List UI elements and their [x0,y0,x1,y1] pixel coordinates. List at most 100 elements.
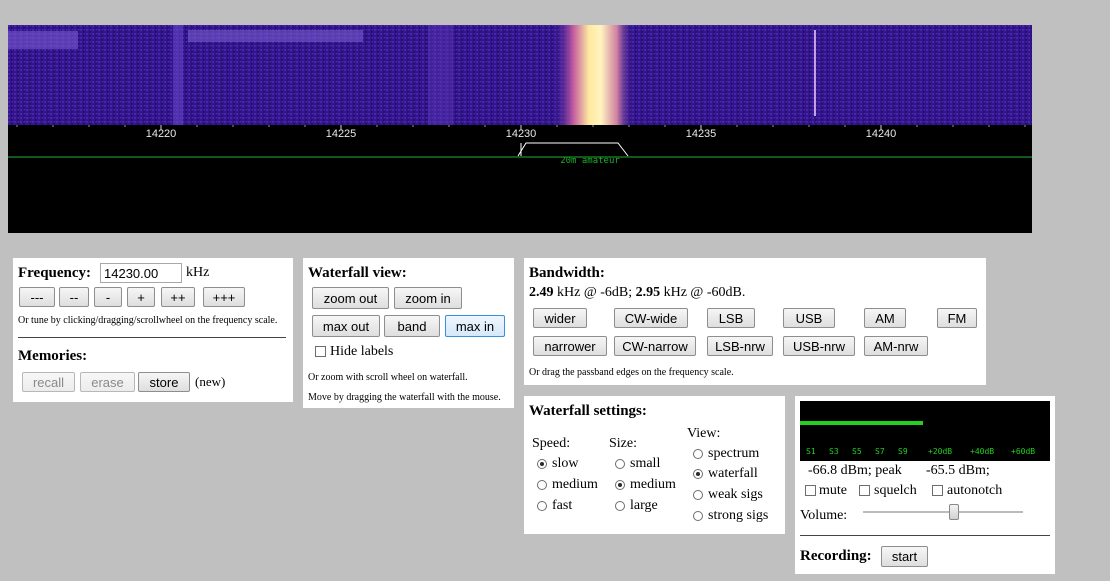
tune-up-large-button[interactable]: +++ [203,287,245,307]
erase-button[interactable]: erase [80,372,135,392]
speed-medium-radio[interactable] [537,480,547,490]
wider-button[interactable]: wider [533,308,587,328]
max-out-button[interactable]: max out [312,315,380,337]
zoom-hint: Or zoom with scroll wheel on waterfall. [308,372,468,383]
max-in-button[interactable]: max in [445,315,505,337]
zoom-out-button[interactable]: zoom out [312,287,389,309]
view-weak-sigs-label: weak sigs [708,487,763,502]
view-strong-sigs-radio[interactable] [693,511,703,521]
frequency-panel: Frequency: kHz --- -- - + ++ +++ Or tune… [13,258,293,402]
cw-wide-button[interactable]: CW-wide [614,308,688,328]
drag-hint: Move by dragging the waterfall with the … [308,392,501,403]
s-meter-label: S5 [852,447,862,456]
bandwidth-60db-text: kHz @ -60dB. [660,285,746,300]
view-spectrum-radio[interactable] [693,449,703,459]
tune-hint: Or tune by clicking/dragging/scrollwheel… [18,315,278,326]
frequency-scale[interactable]: 14220 14225 14230 14235 14240 20m amateu… [8,125,1032,233]
bandwidth-60db-value: 2.95 [635,285,661,300]
speed-slow-radio[interactable] [537,459,547,469]
size-label: Size: [609,436,637,451]
size-small-radio[interactable] [615,459,625,469]
signal-peak: -65.5 dBm; [926,463,990,478]
recording-label: Recording: [800,548,872,564]
record-start-button[interactable]: start [881,546,928,567]
narrower-button[interactable]: narrower [533,336,607,356]
waterfall-view-panel: Waterfall view: zoom out zoom in max out… [303,258,514,408]
view-weak-sigs-radio[interactable] [693,490,703,500]
speed-fast-radio[interactable] [537,501,547,511]
s-meter-label: S3 [829,447,839,456]
size-medium-label: medium [630,477,676,492]
cw-narrow-button[interactable]: CW-narrow [614,336,696,356]
s-meter-bar [800,421,923,425]
mute-label: mute [819,483,847,498]
s-meter-label: +20dB [928,447,953,456]
view-waterfall-radio[interactable] [693,469,703,479]
hide-labels-label: Hide labels [330,344,394,359]
volume-slider-handle[interactable] [949,504,959,520]
speed-label: Speed: [532,436,571,451]
lsb-button[interactable]: LSB [707,308,755,328]
audio-panel: S1 S3 S5 S7 S9 +20dB +40dB +60dB -66.8 d… [795,396,1055,574]
squelch-label: squelch [874,483,917,498]
scale-ticks [8,125,1032,158]
size-large-label: large [630,498,658,513]
size-large-radio[interactable] [615,501,625,511]
fm-button[interactable]: FM [937,308,977,328]
s-meter-label: +60dB [1011,447,1036,456]
tune-down-small-button[interactable]: - [94,287,122,307]
tune-up-medium-button[interactable]: ++ [161,287,195,307]
passband-hint: Or drag the passband edges on the freque… [529,367,734,378]
s-meter-label: S7 [875,447,885,456]
bandwidth-panel: Bandwidth: 2.49 kHz @ -6dB; 2.95 kHz @ -… [524,258,986,385]
waterfall-settings-panel: Waterfall settings: Speed: slow medium f… [524,396,785,534]
autonotch-checkbox[interactable] [932,485,943,496]
scale-tick-label: 14235 [685,128,717,140]
squelch-checkbox[interactable] [859,485,870,496]
usb-button[interactable]: USB [783,308,835,328]
recall-button[interactable]: recall [22,372,75,392]
lsb-narrow-button[interactable]: LSB-nrw [707,336,773,356]
passband-marker[interactable] [517,142,629,157]
scale-tick-label: 14220 [145,128,177,140]
am-narrow-button[interactable]: AM-nrw [864,336,928,356]
store-button[interactable]: store [138,372,190,392]
tune-down-medium-button[interactable]: -- [59,287,89,307]
view-spectrum-label: spectrum [708,446,760,461]
s-meter-label: S9 [898,447,908,456]
mute-checkbox[interactable] [805,485,816,496]
frequency-label: Frequency: [18,265,92,281]
frequency-input[interactable] [100,263,182,283]
speed-fast-label: fast [552,498,573,513]
bandwidth-6db-text: kHz @ -6dB; [553,285,636,300]
s-meter: S1 S3 S5 S7 S9 +20dB +40dB +60dB [800,401,1050,461]
view-waterfall-label: waterfall [708,466,758,481]
view-strong-sigs-label: strong sigs [708,508,769,523]
bandwidth-readout: 2.49 kHz @ -6dB; 2.95 kHz @ -60dB. [529,285,745,301]
hide-labels-checkbox[interactable] [315,346,326,357]
memories-label: Memories: [18,348,88,364]
tune-down-large-button[interactable]: --- [19,287,55,307]
divider [800,535,1050,536]
zoom-in-button[interactable]: zoom in [394,287,462,309]
size-medium-radio[interactable] [615,480,625,490]
waterfall-view-title: Waterfall view: [308,265,407,281]
usb-narrow-button[interactable]: USB-nrw [783,336,855,356]
s-meter-label: S1 [806,447,816,456]
waterfall-display[interactable] [8,25,1032,125]
signal-reading: -66.8 dBm; peak [808,463,902,478]
speed-medium-label: medium [552,477,598,492]
divider [18,337,286,338]
bandwidth-title: Bandwidth: [529,265,605,281]
size-small-label: small [630,456,661,471]
scale-tick-label: 14230 [505,128,537,140]
tune-up-small-button[interactable]: + [127,287,155,307]
memory-status: (new) [195,374,226,389]
am-button[interactable]: AM [864,308,906,328]
bandwidth-6db-value: 2.49 [529,285,554,300]
frequency-unit: kHz [186,265,210,280]
volume-label: Volume: [800,508,848,523]
volume-slider[interactable] [863,504,1023,520]
autonotch-label: autonotch [947,483,1003,498]
band-button[interactable]: band [384,315,440,337]
